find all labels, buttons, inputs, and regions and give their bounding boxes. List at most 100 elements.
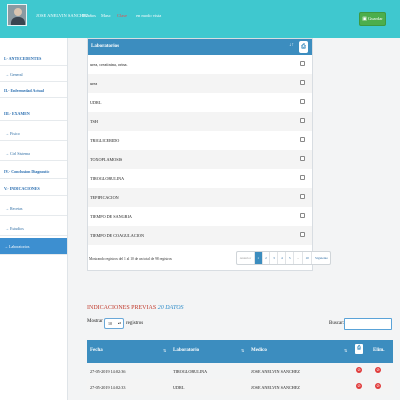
lab-row-checkbox[interactable]: [300, 61, 305, 66]
lab-row-label: urea: [90, 81, 98, 86]
chevron-updown-icon: ▴▾: [117, 321, 121, 325]
delete-icon[interactable]: ⊘: [356, 383, 362, 389]
lab-row-label: UDRL: [90, 100, 102, 105]
pager-ellipsis: ...: [294, 252, 303, 264]
sidebar-item-examen[interactable]: III.- EXAMEN: [0, 107, 67, 121]
search-label: Buscar:: [329, 321, 345, 326]
table-row: 27-05-2019 14:02:36 TIROGLOBULINA JOSE A…: [87, 363, 393, 379]
lab-row[interactable]: TEPIFICACION: [88, 188, 312, 207]
sort-icon[interactable]: ⇅: [241, 348, 244, 353]
patient-age: 58 años: [82, 13, 96, 18]
lab-row-checkbox[interactable]: [300, 175, 305, 180]
delete-icon[interactable]: ⊘: [375, 383, 381, 389]
pager-next[interactable]: Siguiente: [312, 252, 330, 264]
lab-row-label: urea, creatinina, orina.: [90, 62, 128, 67]
lab-row-label: TIROGLOBULINA: [90, 176, 125, 181]
lab-row-checkbox[interactable]: [300, 118, 305, 123]
lab-row[interactable]: urea: [88, 74, 312, 93]
lab-row[interactable]: TRIGLICERIDO: [88, 131, 312, 150]
lab-row[interactable]: TIROGLOBULINA: [88, 169, 312, 188]
lab-row-checkbox[interactable]: [300, 137, 305, 142]
row-laboratorio: TIROGLOBULINA: [173, 369, 208, 374]
lab-row[interactable]: UDRL: [88, 93, 312, 112]
column-fecha[interactable]: Fecha: [90, 348, 103, 353]
lab-row[interactable]: TIEMPO DE SANGRIA: [88, 207, 312, 226]
show-label: Mostrar: [87, 319, 103, 324]
patient-plan: Clase: [117, 13, 127, 18]
sidebar-item-ctrl-sistema[interactable]: → Ctrl Sistema: [0, 147, 67, 161]
lab-row-label: TEPIFICACION: [90, 195, 119, 200]
delete-icon[interactable]: ⊘: [356, 367, 362, 373]
top-bar: JOSE ANELVIN SANCHEZ 58 años Masc Clase …: [0, 0, 400, 38]
table-header: Fecha ⇅ Laboratorio ⇅ Medico ⇅ ⎙ Elim.: [87, 340, 393, 363]
row-medico: JOSE ANELVIN SANCHEZ: [251, 385, 300, 390]
save-button-label: Guardar: [368, 16, 383, 21]
save-button[interactable]: ▣ Guardar: [359, 12, 386, 26]
column-elim[interactable]: Elim.: [373, 348, 385, 353]
pager-page-5[interactable]: 5: [286, 252, 295, 264]
lab-row[interactable]: TSH: [88, 112, 312, 131]
search-input[interactable]: [344, 318, 392, 330]
sort-icon[interactable]: ↓↑: [289, 43, 294, 48]
delete-icon[interactable]: ⊘: [375, 367, 381, 373]
patient-name: JOSE ANELVIN SANCHEZ: [36, 13, 89, 18]
pager-page-4[interactable]: 4: [278, 252, 287, 264]
sidebar-item-estudios[interactable]: → Estudios: [0, 222, 67, 236]
records-info: Mostrando registros del 1 al 10 de un to…: [89, 257, 172, 261]
print-icon[interactable]: ⎙: [299, 41, 308, 53]
pager-previous[interactable]: Anterior: [237, 252, 255, 264]
pagination: Anterior 1 2 3 4 5 ... 10 Siguiente: [236, 251, 332, 265]
lab-row[interactable]: TIEMPO DE COAGULACION: [88, 226, 312, 245]
sidebar-item-general[interactable]: → General: [0, 68, 67, 82]
laboratorios-footer: Mostrando registros del 1 al 10 de un to…: [88, 249, 332, 271]
avatar-head: [14, 8, 22, 16]
lab-row[interactable]: urea, creatinina, orina.: [88, 55, 312, 74]
sidebar-item-recetas[interactable]: → Recetas: [0, 202, 67, 216]
lab-row-label: TRIGLICERIDO: [90, 138, 120, 143]
lab-row-label: TSH: [90, 119, 98, 124]
sidebar-item-conclusion-diagnostic[interactable]: IV.- Conclusion Diagnostic: [0, 165, 67, 179]
lab-row-label: TOXOPLAMOSIS: [90, 157, 123, 162]
lab-row-checkbox[interactable]: [300, 213, 305, 218]
previous-indications-title: INDICACIONES PREVIAS 20 DATOS: [87, 305, 184, 311]
patient-sex: Masc: [101, 13, 111, 18]
patient-avatar: [7, 4, 27, 26]
sidebar-item-indicaciones[interactable]: V.- INDICACIONES: [0, 182, 67, 196]
page-size-select[interactable]: 10 ▴▾: [104, 318, 124, 329]
lab-row-checkbox[interactable]: [300, 232, 305, 237]
column-laboratorio[interactable]: Laboratorio: [173, 348, 199, 353]
registros-label: registros: [126, 321, 144, 326]
sidebar-item-laboratorios[interactable]: → Laboratorios: [0, 238, 67, 255]
save-icon: ▣: [362, 17, 367, 22]
lab-row-label: TIEMPO DE COAGULACION: [90, 233, 144, 238]
table-row: 27-05-2019 14:02:33 UDRL JOSE ANELVIN SA…: [87, 379, 393, 395]
lab-row-checkbox[interactable]: [300, 194, 305, 199]
sidebar-item-antecedentes[interactable]: I.- ANTECEDENTES: [0, 52, 67, 66]
row-fecha: 27-05-2019 14:02:33: [90, 385, 126, 390]
print-icon[interactable]: ⎙: [355, 344, 363, 354]
sidebar: I.- ANTECEDENTES → General II.- Enfermed…: [0, 38, 68, 400]
lab-row-checkbox[interactable]: [300, 99, 305, 104]
avatar-body: [11, 17, 25, 25]
laboratorios-header: Laboratorios ↓↑ ⎙: [88, 39, 312, 55]
sort-icon[interactable]: ⇅: [163, 348, 166, 353]
previous-title-part-2: PREVIAS: [131, 305, 157, 311]
pager-page-3[interactable]: 3: [270, 252, 279, 264]
row-laboratorio: UDRL: [173, 385, 185, 390]
sidebar-item-enfermedad-actual[interactable]: II.- Enfermedad Actual: [0, 84, 67, 98]
sidebar-item-fisico[interactable]: → Fisico: [0, 127, 67, 141]
laboratorios-header-label: Laboratorios: [91, 44, 120, 49]
pager-page-10[interactable]: 10: [303, 252, 313, 264]
previous-title-part-1: INDICACIONES: [87, 305, 130, 311]
lab-row-label: TIEMPO DE SANGRIA: [90, 214, 132, 219]
column-medico[interactable]: Medico: [251, 348, 267, 353]
page-size-value: 10: [108, 321, 112, 326]
lab-row[interactable]: TOXOPLAMOSIS: [88, 150, 312, 169]
lab-row-checkbox[interactable]: [300, 156, 305, 161]
lab-row-checkbox[interactable]: [300, 80, 305, 85]
sort-icon[interactable]: ⇅: [344, 348, 347, 353]
row-medico: JOSE ANELVIN SANCHEZ: [251, 369, 300, 374]
pager-page-2[interactable]: 2: [263, 252, 271, 264]
row-fecha: 27-05-2019 14:02:36: [90, 369, 126, 374]
pager-page-1[interactable]: 1: [254, 252, 263, 264]
